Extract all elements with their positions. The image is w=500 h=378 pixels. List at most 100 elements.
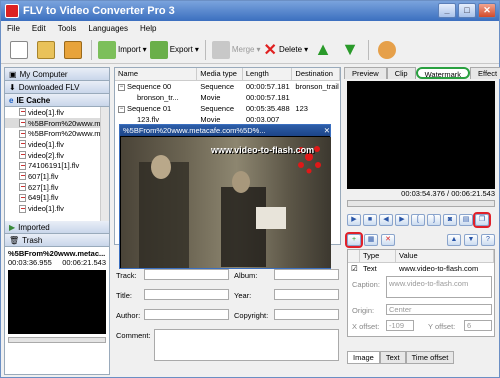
yoffset-field[interactable]: 6 bbox=[464, 320, 492, 331]
next-frame-button[interactable]: ▶ bbox=[395, 214, 409, 226]
stop-button[interactable]: ■ bbox=[363, 214, 377, 226]
album-field[interactable] bbox=[274, 269, 339, 280]
move-down-button[interactable]: ▼ bbox=[338, 38, 362, 62]
table-row[interactable]: − Sequence 00 Sequence 00:00:57.181 brons… bbox=[115, 81, 340, 92]
list-item[interactable]: video[1].flv bbox=[5, 139, 109, 150]
open-folder-button[interactable]: ▤ bbox=[459, 214, 473, 226]
help-watermark-button[interactable]: ? bbox=[481, 234, 495, 246]
play-button[interactable]: ▶ bbox=[347, 214, 361, 226]
track-field[interactable] bbox=[144, 269, 229, 280]
close-button[interactable]: ✕ bbox=[478, 3, 496, 18]
checkbox-icon: ☑ bbox=[351, 264, 358, 273]
year-field[interactable] bbox=[274, 289, 339, 300]
table-row[interactable]: bronson_tr... Movie 00:00:57.181 bbox=[115, 92, 340, 103]
xoffset-field[interactable]: -109 bbox=[386, 320, 414, 331]
delete-button[interactable]: ✕ Delete ▾ bbox=[264, 38, 309, 62]
list-item[interactable]: 627[1].flv bbox=[5, 182, 109, 193]
video-popup[interactable]: %5BFrom%20www.metacafe.com%5D%... ✕ www.v… bbox=[119, 124, 331, 269]
tab-preview[interactable]: Preview bbox=[344, 67, 387, 79]
author-label: Author: bbox=[116, 311, 141, 320]
author-field[interactable] bbox=[144, 309, 229, 320]
table-row[interactable]: − Sequence 01 Sequence 00:05:35.488 123 bbox=[115, 103, 340, 114]
export-button[interactable]: Export ▾ bbox=[149, 38, 199, 62]
minimize-button[interactable]: _ bbox=[438, 3, 456, 18]
list-item[interactable]: video[2].flv bbox=[5, 150, 109, 161]
group-imported[interactable]: ▶ Imported bbox=[5, 221, 109, 234]
remove-watermark-button[interactable]: ✕ bbox=[381, 234, 395, 246]
group-trash[interactable]: 🗑 Trash bbox=[5, 234, 109, 247]
tab-image[interactable]: Image bbox=[347, 351, 380, 364]
list-item[interactable]: 649[1].flv bbox=[5, 193, 109, 204]
flv-file-icon bbox=[19, 183, 26, 192]
import-button[interactable]: Import ▾ bbox=[98, 38, 147, 62]
save-button[interactable] bbox=[61, 38, 85, 62]
row-type: Movie bbox=[200, 93, 221, 102]
profile-button[interactable] bbox=[375, 38, 399, 62]
list-item[interactable]: video[1].flv bbox=[5, 203, 109, 214]
column-value[interactable]: Value bbox=[396, 250, 494, 262]
row-value: www.video-to-flash.com bbox=[399, 264, 479, 273]
copyright-field[interactable] bbox=[274, 309, 339, 320]
add-image-watermark-button[interactable]: ▦ bbox=[364, 234, 378, 246]
list-item[interactable]: 607[1].flv bbox=[5, 171, 109, 182]
folder-icon: ▤ bbox=[462, 216, 470, 223]
title-field[interactable] bbox=[144, 289, 229, 300]
list-item[interactable]: %5BFrom%20www.m bbox=[5, 128, 109, 139]
arrow-down-icon: ▼ bbox=[467, 236, 475, 243]
move-up-watermark-button[interactable]: ▲ bbox=[447, 234, 461, 246]
tab-text[interactable]: Text bbox=[379, 351, 406, 364]
watermark-tools: + ▦ ✕ ▲ ▼ ? bbox=[345, 232, 495, 248]
group-label: Imported bbox=[18, 222, 50, 232]
move-up-button[interactable]: ▲ bbox=[311, 38, 335, 62]
group-my-computer[interactable]: ▣ My Computer bbox=[5, 68, 109, 81]
list-item[interactable]: %5BFrom%20www.m bbox=[5, 117, 109, 129]
row-name: − Sequence 01 bbox=[115, 103, 197, 114]
new-button[interactable] bbox=[7, 38, 31, 62]
add-watermark-button[interactable]: + bbox=[345, 232, 363, 248]
move-down-watermark-button[interactable]: ▼ bbox=[464, 234, 478, 246]
collapse-icon[interactable]: − bbox=[118, 83, 125, 91]
table-row[interactable]: ☑ Text www.video-to-flash.com bbox=[348, 263, 494, 274]
caption-field[interactable]: www.video-to-flash.com bbox=[386, 276, 492, 298]
column-media-type[interactable]: Media type bbox=[197, 68, 243, 80]
menu-tools[interactable]: Tools bbox=[58, 24, 77, 33]
right-timeline-slider[interactable] bbox=[347, 200, 495, 207]
open-button[interactable] bbox=[34, 38, 58, 62]
column-type[interactable]: Type bbox=[360, 250, 396, 262]
tab-time-offset[interactable]: Time offset bbox=[405, 351, 455, 364]
menu-file[interactable]: File bbox=[7, 24, 20, 33]
file-list-scrollbar[interactable] bbox=[100, 107, 109, 221]
list-item[interactable]: video[1].flv bbox=[5, 107, 109, 118]
left-preview-slider[interactable] bbox=[8, 337, 106, 343]
merge-button[interactable]: Merge ▾ bbox=[211, 38, 261, 62]
column-length[interactable]: Length bbox=[243, 68, 293, 80]
export-label: Export bbox=[169, 45, 193, 54]
popup-close-icon[interactable]: ✕ bbox=[324, 125, 330, 136]
snapshot-button[interactable]: ◙ bbox=[443, 214, 457, 226]
tab-clip[interactable]: Clip bbox=[386, 67, 416, 79]
menu-languages[interactable]: Languages bbox=[88, 24, 128, 33]
comment-field[interactable] bbox=[154, 329, 339, 361]
row-name: bronson_tr... bbox=[137, 93, 179, 102]
maximize-button[interactable]: □ bbox=[458, 3, 476, 18]
track-label: Track: bbox=[116, 271, 137, 280]
menu-help[interactable]: Help bbox=[140, 24, 156, 33]
window-controls: _ □ ✕ bbox=[438, 3, 496, 18]
file-name: %5BFrom%20www.m bbox=[28, 129, 101, 139]
caption-label: Caption: bbox=[352, 280, 380, 289]
prev-frame-button[interactable]: ◀ bbox=[379, 214, 393, 226]
row-check[interactable]: ☑ bbox=[348, 263, 360, 274]
collapse-icon[interactable]: − bbox=[118, 105, 125, 113]
list-item[interactable]: 74106191[1].flv bbox=[5, 160, 109, 171]
group-downloaded[interactable]: ⬇ Downloaded FLV bbox=[5, 81, 109, 94]
tab-watermark[interactable]: Watermark bbox=[415, 67, 470, 79]
mark-in-button[interactable]: [ bbox=[411, 214, 425, 226]
column-destination[interactable]: Destination bbox=[292, 68, 340, 80]
menu-edit[interactable]: Edit bbox=[32, 24, 46, 33]
mark-out-button[interactable]: ] bbox=[427, 214, 441, 226]
group-ie-cache[interactable]: e IE Cache bbox=[5, 94, 109, 107]
origin-select[interactable]: Center bbox=[386, 304, 492, 315]
tab-effect[interactable]: Effect bbox=[470, 67, 500, 79]
column-name[interactable]: Name bbox=[115, 68, 198, 80]
popup-preview-button[interactable]: ❐ bbox=[473, 212, 491, 228]
